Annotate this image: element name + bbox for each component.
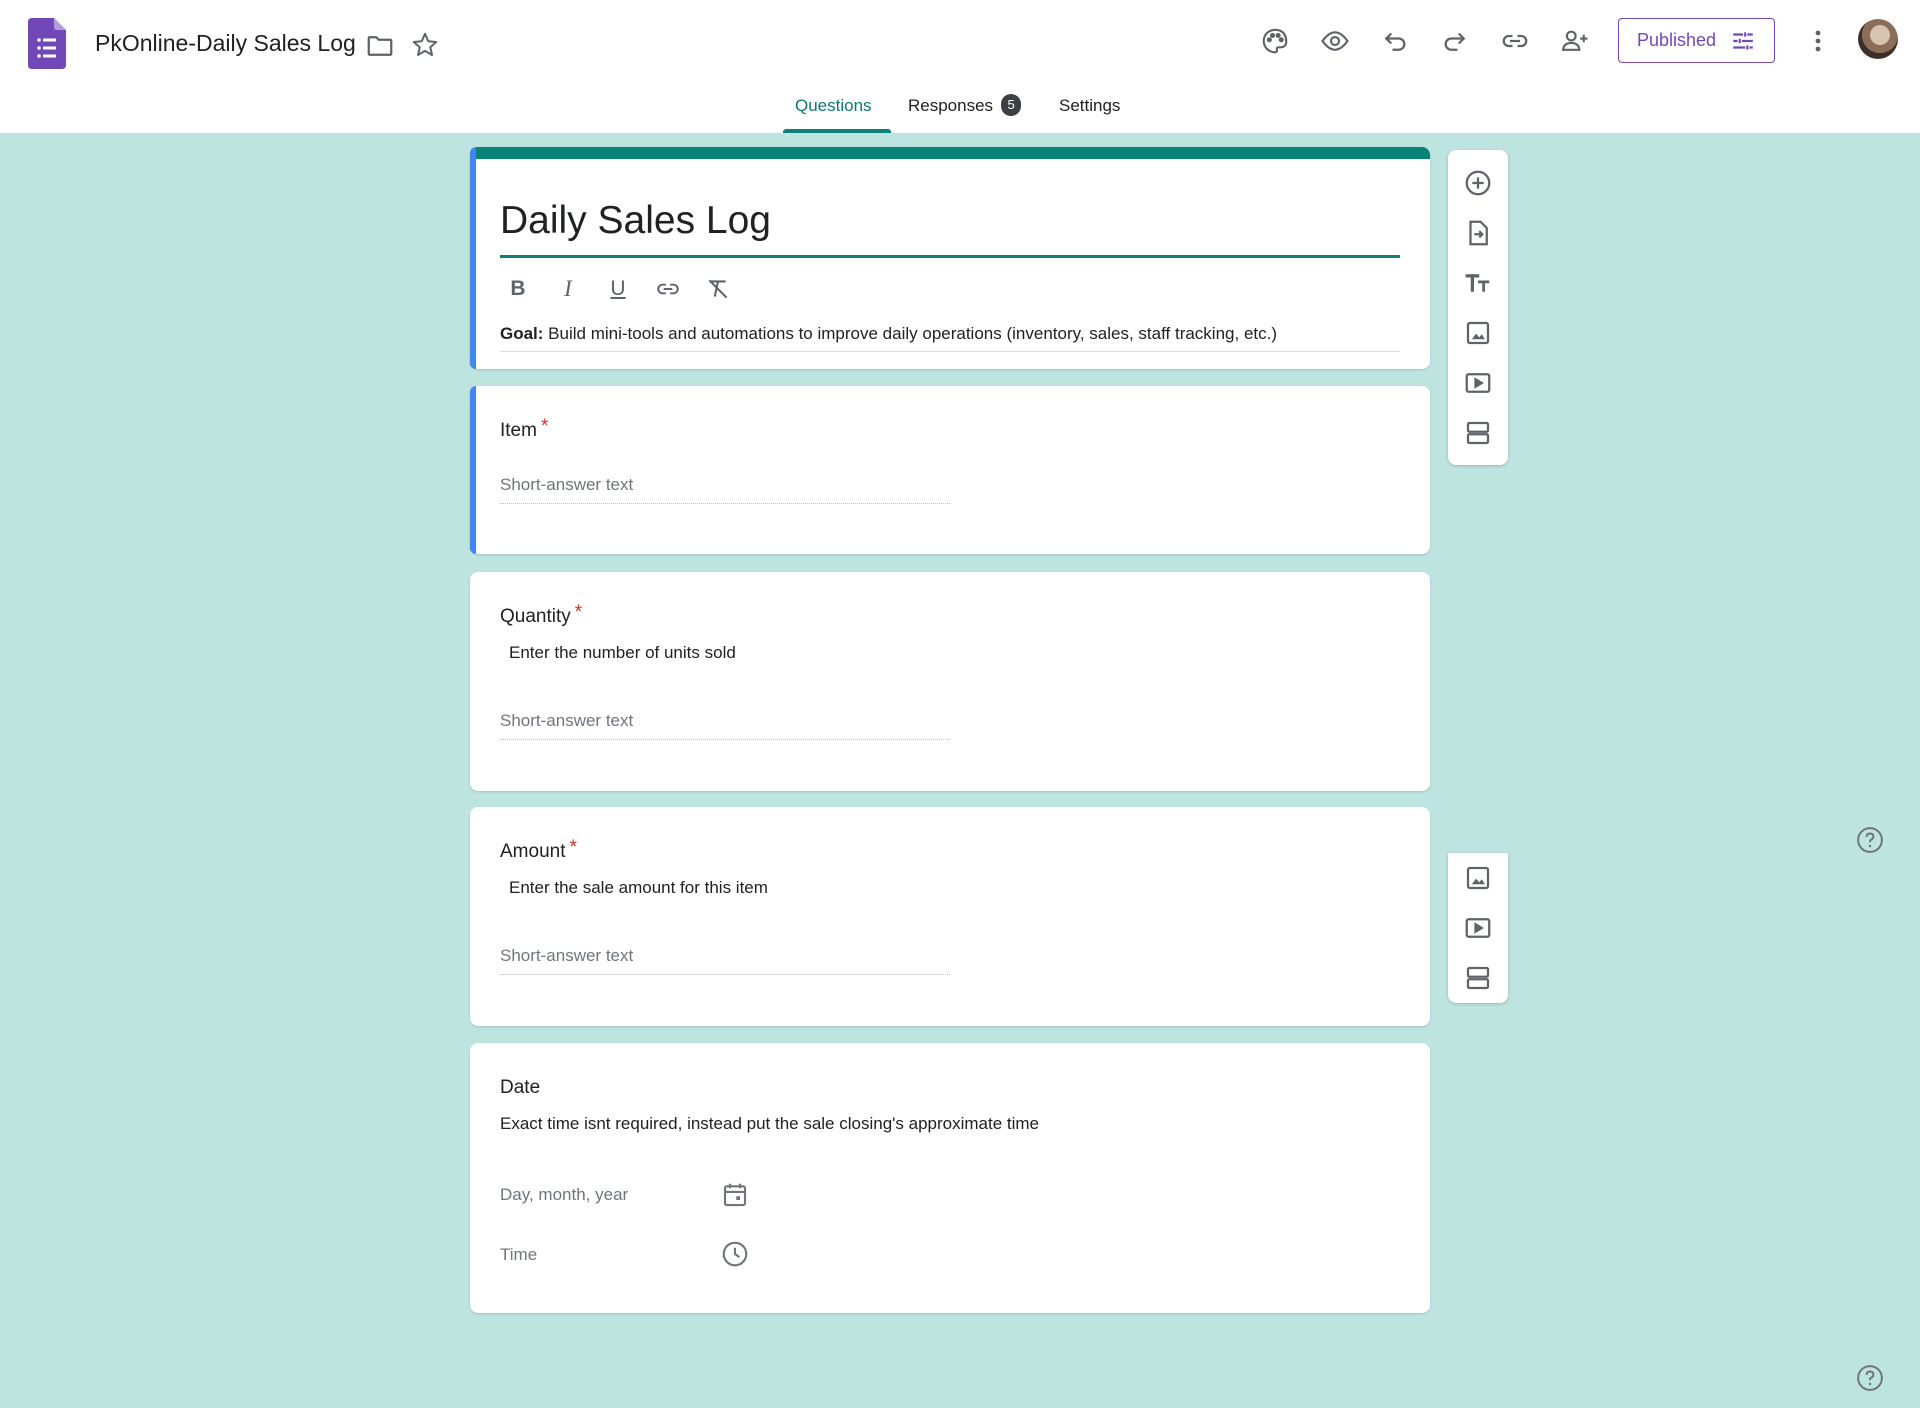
link-icon <box>657 283 679 295</box>
italic-button[interactable]: I <box>550 271 586 307</box>
question-title: Item * <box>500 416 548 442</box>
add-question-button[interactable] <box>1448 158 1508 208</box>
short-answer-field: Short-answer text <box>500 946 950 975</box>
question-card-date[interactable]: Date Exact time isnt required, instead p… <box>470 1043 1430 1313</box>
more-vert-icon[interactable] <box>1803 24 1833 58</box>
question-card-amount[interactable]: Amount * Enter the sale amount for this i… <box>470 807 1430 1026</box>
underline-button[interactable]: U <box>600 271 636 307</box>
clock-icon <box>722 1241 748 1267</box>
tab-responses[interactable]: Responses 5 <box>908 94 1022 133</box>
star-icon[interactable] <box>410 30 440 60</box>
title-input-underline <box>500 255 1400 258</box>
undo-icon[interactable] <box>1378 24 1412 58</box>
add-video-button[interactable] <box>1448 358 1508 408</box>
video-icon <box>1465 373 1491 393</box>
description-underline <box>500 351 1400 352</box>
required-asterisk: * <box>540 416 549 437</box>
video-icon <box>1465 918 1491 938</box>
tab-bar: Questions Responses 5 Settings <box>0 94 1920 133</box>
title-text-icon <box>1465 274 1490 292</box>
forms-logo-icon[interactable] <box>28 18 66 69</box>
formatting-toolbar: B I U <box>500 271 736 307</box>
import-icon <box>1469 220 1488 246</box>
question-title: Date <box>500 1077 540 1099</box>
add-collaborator-icon[interactable] <box>1558 24 1592 58</box>
description-bold-prefix: Goal: <box>500 324 544 343</box>
question-title-text: Date <box>500 1077 541 1098</box>
active-card-indicator <box>470 147 476 369</box>
question-description: Enter the sale amount for this item <box>509 878 768 897</box>
app-header: PkOnline-Daily Sales Log Published Quest… <box>0 0 1920 133</box>
question-title-text: Amount <box>500 841 566 862</box>
import-questions-button[interactable] <box>1448 208 1508 258</box>
published-button[interactable]: Published <box>1618 18 1775 63</box>
help-icon[interactable] <box>1855 825 1885 855</box>
short-answer-field: Short-answer text <box>500 475 950 504</box>
short-answer-field: Short-answer text <box>500 711 950 740</box>
section-icon <box>1466 966 1490 990</box>
active-question-indicator <box>470 386 476 554</box>
insert-link-button[interactable] <box>650 271 686 307</box>
question-title: Quantity * <box>500 602 582 628</box>
image-icon <box>1466 321 1490 345</box>
add-circle-icon <box>1465 170 1491 196</box>
help-icon[interactable] <box>1855 1363 1885 1393</box>
question-description: Enter the number of units sold <box>509 643 736 662</box>
tab-settings-label: Settings <box>1059 96 1121 115</box>
required-asterisk: * <box>569 837 577 858</box>
responses-count-badge: 5 <box>1001 94 1022 116</box>
section-icon <box>1466 421 1490 445</box>
link-icon[interactable] <box>1498 24 1532 58</box>
description-text: Build mini-tools and automations to impr… <box>543 324 1278 343</box>
palette-icon[interactable] <box>1258 24 1292 58</box>
date-placeholder: Day, month, year <box>500 1185 629 1204</box>
question-card-item[interactable]: Item * Short-answer text <box>470 386 1430 554</box>
form-title-card[interactable]: Daily Sales Log B I U Goal: Build mini-t… <box>470 147 1430 369</box>
question-toolbar-partial <box>1448 853 1508 1003</box>
question-title-text: Quantity <box>500 606 571 627</box>
question-description: Exact time isnt required, instead put th… <box>500 1114 1040 1133</box>
bold-button[interactable]: B <box>500 271 536 307</box>
add-section-button[interactable] <box>1448 408 1508 458</box>
clear-formatting-icon <box>708 279 728 299</box>
clear-formatting-button[interactable] <box>700 271 736 307</box>
document-title[interactable]: PkOnline-Daily Sales Log <box>95 30 356 57</box>
active-tab-indicator <box>783 129 891 133</box>
tab-responses-label: Responses <box>908 96 994 115</box>
form-description[interactable]: Goal: Build mini-tools and automations t… <box>500 324 1277 344</box>
required-asterisk: * <box>574 602 583 623</box>
add-title-button[interactable] <box>1448 258 1508 308</box>
redo-icon[interactable] <box>1438 24 1472 58</box>
calendar-icon <box>723 1183 747 1207</box>
tab-questions-label: Questions <box>795 96 872 115</box>
question-card-quantity[interactable]: Quantity * Enter the number of units sold… <box>470 572 1430 791</box>
question-toolbar <box>1448 150 1508 465</box>
time-placeholder: Time <box>500 1245 538 1264</box>
published-label: Published <box>1636 30 1717 50</box>
folder-icon[interactable] <box>365 31 395 61</box>
tab-settings[interactable]: Settings <box>1059 96 1120 133</box>
question-title: Amount * <box>500 837 577 863</box>
form-title[interactable]: Daily Sales Log <box>500 199 771 243</box>
tab-questions[interactable]: Questions <box>795 96 872 133</box>
question-title-text: Item <box>500 420 537 441</box>
account-avatar[interactable] <box>1858 19 1898 59</box>
image-icon <box>1466 866 1490 890</box>
add-image-button[interactable] <box>1448 308 1508 358</box>
tune-icon <box>1733 31 1753 50</box>
add-image-button[interactable] <box>1448 853 1508 903</box>
add-video-button[interactable] <box>1448 903 1508 953</box>
add-section-button[interactable] <box>1448 953 1508 1003</box>
preview-eye-icon[interactable] <box>1318 24 1352 58</box>
